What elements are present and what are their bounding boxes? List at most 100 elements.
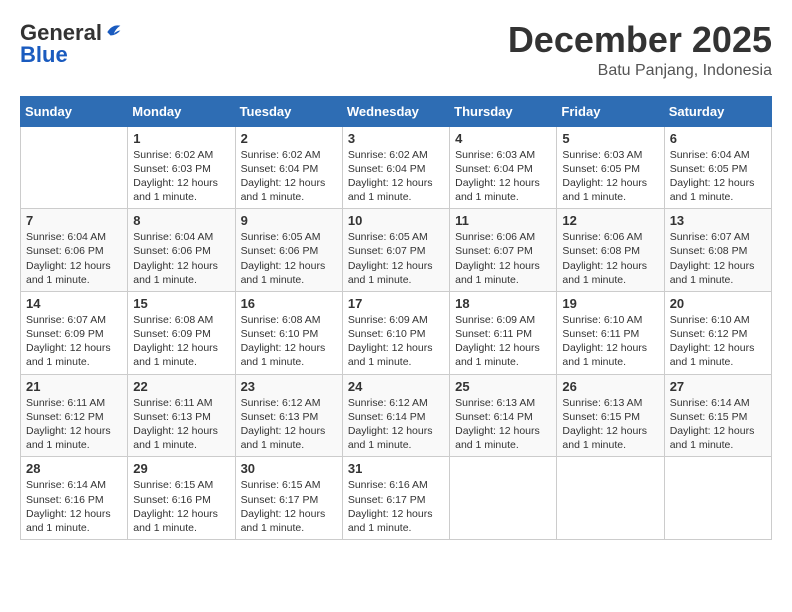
- cell-info: Sunrise: 6:02 AMSunset: 6:03 PMDaylight:…: [133, 148, 229, 205]
- day-number: 10: [348, 213, 444, 228]
- calendar-cell: 28 Sunrise: 6:14 AMSunset: 6:16 PMDayligh…: [21, 457, 128, 540]
- cell-info: Sunrise: 6:13 AMSunset: 6:14 PMDaylight:…: [455, 396, 551, 453]
- calendar-cell: 17 Sunrise: 6:09 AMSunset: 6:10 PMDayligh…: [342, 291, 449, 374]
- calendar-week-5: 28 Sunrise: 6:14 AMSunset: 6:16 PMDayligh…: [21, 457, 772, 540]
- calendar-cell: 27Sunrise: 6:14 AMSunset: 6:15 PMDayligh…: [664, 374, 771, 457]
- cell-info: Sunrise: 6:04 AMSunset: 6:06 PMDaylight:…: [133, 230, 229, 287]
- calendar-cell: 7Sunrise: 6:04 AMSunset: 6:06 PMDaylight…: [21, 209, 128, 292]
- weekday-header-thursday: Thursday: [450, 96, 557, 126]
- calendar-cell: 23 Sunrise: 6:12 AMSunset: 6:13 PMDayligh…: [235, 374, 342, 457]
- calendar-cell: 14Sunrise: 6:07 AMSunset: 6:09 PMDayligh…: [21, 291, 128, 374]
- day-number: 7: [26, 213, 122, 228]
- calendar-cell: 2 Sunrise: 6:02 AMSunset: 6:04 PMDaylight…: [235, 126, 342, 209]
- day-number: 5: [562, 131, 658, 146]
- cell-info: Sunrise: 6:12 AMSunset: 6:13 PMDaylight:…: [241, 396, 337, 453]
- day-number: 12: [562, 213, 658, 228]
- cell-info: Sunrise: 6:15 AMSunset: 6:16 PMDaylight:…: [133, 478, 229, 535]
- weekday-header-tuesday: Tuesday: [235, 96, 342, 126]
- cell-info: Sunrise: 6:09 AMSunset: 6:10 PMDaylight:…: [348, 313, 444, 370]
- day-number: 28: [26, 461, 122, 476]
- calendar-cell: 4 Sunrise: 6:03 AMSunset: 6:04 PMDaylight…: [450, 126, 557, 209]
- calendar-cell: 31 Sunrise: 6:16 AMSunset: 6:17 PMDayligh…: [342, 457, 449, 540]
- day-number: 13: [670, 213, 766, 228]
- cell-info: Sunrise: 6:04 AMSunset: 6:05 PMDaylight:…: [670, 148, 766, 205]
- day-number: 30: [241, 461, 337, 476]
- weekday-header-sunday: Sunday: [21, 96, 128, 126]
- day-number: 6: [670, 131, 766, 146]
- cell-info: Sunrise: 6:15 AMSunset: 6:17 PMDaylight:…: [241, 478, 337, 535]
- calendar-cell: 11 Sunrise: 6:06 AMSunset: 6:07 PMDayligh…: [450, 209, 557, 292]
- calendar-week-3: 14Sunrise: 6:07 AMSunset: 6:09 PMDayligh…: [21, 291, 772, 374]
- day-number: 20: [670, 296, 766, 311]
- cell-info: Sunrise: 6:02 AMSunset: 6:04 PMDaylight:…: [348, 148, 444, 205]
- calendar-cell: 12 Sunrise: 6:06 AMSunset: 6:08 PMDayligh…: [557, 209, 664, 292]
- calendar-table: SundayMondayTuesdayWednesdayThursdayFrid…: [20, 96, 772, 540]
- day-number: 23: [241, 379, 337, 394]
- calendar-cell: 22 Sunrise: 6:11 AMSunset: 6:13 PMDayligh…: [128, 374, 235, 457]
- day-number: 24: [348, 379, 444, 394]
- cell-info: Sunrise: 6:13 AMSunset: 6:15 PMDaylight:…: [562, 396, 658, 453]
- cell-info: Sunrise: 6:02 AMSunset: 6:04 PMDaylight:…: [241, 148, 337, 205]
- day-number: 31: [348, 461, 444, 476]
- day-number: 16: [241, 296, 337, 311]
- calendar-cell: 13 Sunrise: 6:07 AMSunset: 6:08 PMDayligh…: [664, 209, 771, 292]
- calendar-cell: 21Sunrise: 6:11 AMSunset: 6:12 PMDayligh…: [21, 374, 128, 457]
- calendar-cell: 18 Sunrise: 6:09 AMSunset: 6:11 PMDayligh…: [450, 291, 557, 374]
- day-number: 11: [455, 213, 551, 228]
- cell-info: Sunrise: 6:06 AMSunset: 6:08 PMDaylight:…: [562, 230, 658, 287]
- cell-info: Sunrise: 6:09 AMSunset: 6:11 PMDaylight:…: [455, 313, 551, 370]
- cell-info: Sunrise: 6:05 AMSunset: 6:07 PMDaylight:…: [348, 230, 444, 287]
- day-number: 15: [133, 296, 229, 311]
- weekday-header-wednesday: Wednesday: [342, 96, 449, 126]
- month-title: December 2025: [508, 20, 772, 60]
- title-block: December 2025 Batu Panjang, Indonesia: [508, 20, 772, 80]
- calendar-week-1: 1 Sunrise: 6:02 AMSunset: 6:03 PMDaylight…: [21, 126, 772, 209]
- cell-info: Sunrise: 6:07 AMSunset: 6:08 PMDaylight:…: [670, 230, 766, 287]
- calendar-cell: [450, 457, 557, 540]
- cell-info: Sunrise: 6:10 AMSunset: 6:12 PMDaylight:…: [670, 313, 766, 370]
- weekday-header-friday: Friday: [557, 96, 664, 126]
- calendar-header-row: SundayMondayTuesdayWednesdayThursdayFrid…: [21, 96, 772, 126]
- day-number: 17: [348, 296, 444, 311]
- calendar-cell: 26 Sunrise: 6:13 AMSunset: 6:15 PMDayligh…: [557, 374, 664, 457]
- day-number: 1: [133, 131, 229, 146]
- cell-info: Sunrise: 6:14 AMSunset: 6:16 PMDaylight:…: [26, 478, 122, 535]
- calendar-cell: 29 Sunrise: 6:15 AMSunset: 6:16 PMDayligh…: [128, 457, 235, 540]
- cell-info: Sunrise: 6:05 AMSunset: 6:06 PMDaylight:…: [241, 230, 337, 287]
- calendar-cell: 1 Sunrise: 6:02 AMSunset: 6:03 PMDaylight…: [128, 126, 235, 209]
- day-number: 26: [562, 379, 658, 394]
- calendar-cell: 5Sunrise: 6:03 AMSunset: 6:05 PMDaylight…: [557, 126, 664, 209]
- day-number: 19: [562, 296, 658, 311]
- calendar-cell: 8Sunrise: 6:04 AMSunset: 6:06 PMDaylight…: [128, 209, 235, 292]
- day-number: 3: [348, 131, 444, 146]
- cell-info: Sunrise: 6:11 AMSunset: 6:13 PMDaylight:…: [133, 396, 229, 453]
- calendar-cell: [664, 457, 771, 540]
- calendar-cell: 19Sunrise: 6:10 AMSunset: 6:11 PMDayligh…: [557, 291, 664, 374]
- calendar-cell: 9 Sunrise: 6:05 AMSunset: 6:06 PMDaylight…: [235, 209, 342, 292]
- cell-info: Sunrise: 6:12 AMSunset: 6:14 PMDaylight:…: [348, 396, 444, 453]
- location: Batu Panjang, Indonesia: [508, 62, 772, 80]
- day-number: 29: [133, 461, 229, 476]
- day-number: 2: [241, 131, 337, 146]
- cell-info: Sunrise: 6:06 AMSunset: 6:07 PMDaylight:…: [455, 230, 551, 287]
- day-number: 4: [455, 131, 551, 146]
- day-number: 18: [455, 296, 551, 311]
- day-number: 22: [133, 379, 229, 394]
- weekday-header-monday: Monday: [128, 96, 235, 126]
- calendar-week-4: 21Sunrise: 6:11 AMSunset: 6:12 PMDayligh…: [21, 374, 772, 457]
- calendar-cell: 30 Sunrise: 6:15 AMSunset: 6:17 PMDayligh…: [235, 457, 342, 540]
- calendar-cell: 20 Sunrise: 6:10 AMSunset: 6:12 PMDayligh…: [664, 291, 771, 374]
- calendar-week-2: 7 Sunrise: 6:04 AMSunset: 6:06 PMDaylight…: [21, 209, 772, 292]
- cell-info: Sunrise: 6:08 AMSunset: 6:10 PMDaylight:…: [241, 313, 337, 370]
- day-number: 9: [241, 213, 337, 228]
- logo-bird-icon: [104, 22, 122, 44]
- calendar-cell: 25Sunrise: 6:13 AMSunset: 6:14 PMDayligh…: [450, 374, 557, 457]
- cell-info: Sunrise: 6:16 AMSunset: 6:17 PMDaylight:…: [348, 478, 444, 535]
- calendar-cell: [21, 126, 128, 209]
- weekday-header-saturday: Saturday: [664, 96, 771, 126]
- day-number: 21: [26, 379, 122, 394]
- calendar-cell: 3 Sunrise: 6:02 AMSunset: 6:04 PMDaylight…: [342, 126, 449, 209]
- cell-info: Sunrise: 6:08 AMSunset: 6:09 PMDaylight:…: [133, 313, 229, 370]
- page-header: General Blue December 2025 Batu Panjang,…: [20, 20, 772, 80]
- cell-info: Sunrise: 6:03 AMSunset: 6:04 PMDaylight:…: [455, 148, 551, 205]
